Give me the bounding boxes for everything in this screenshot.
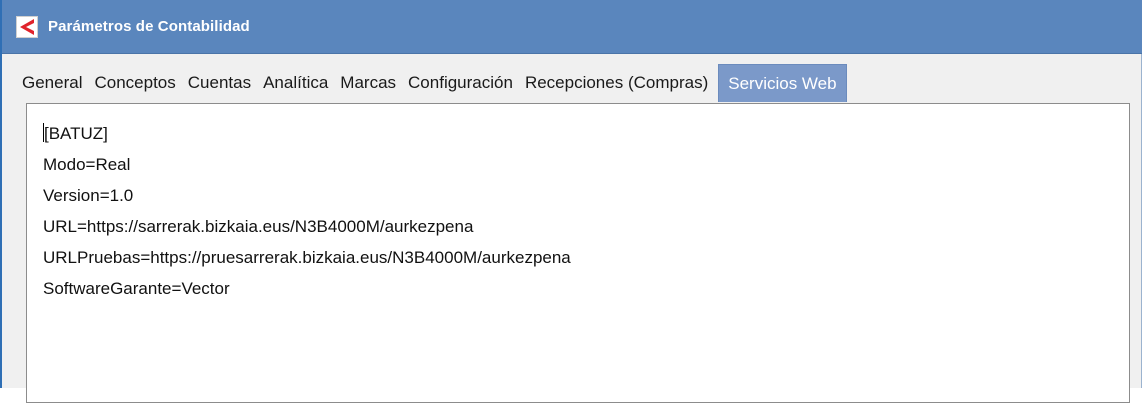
app-logo-icon (16, 15, 38, 38)
tab-servicios-web[interactable]: Servicios Web (718, 64, 847, 102)
tab-cuentas[interactable]: Cuentas (182, 64, 257, 102)
tab-general[interactable]: General (16, 64, 88, 102)
tab-marcas[interactable]: Marcas (334, 64, 402, 102)
tab-conceptos[interactable]: Conceptos (88, 64, 181, 102)
editor-line: Version=1.0 (43, 186, 134, 205)
config-text-editor[interactable]: [BATUZ] Modo=Real Version=1.0 URL=https:… (26, 103, 1130, 403)
accounting-parameters-window: Parámetros de Contabilidad General Conce… (0, 0, 1142, 403)
editor-line-text: [BATUZ] (44, 124, 108, 143)
tab-configuracion[interactable]: Configuración (402, 64, 519, 102)
tab-strip: General Conceptos Cuentas Analítica Marc… (16, 64, 847, 102)
title-bar[interactable]: Parámetros de Contabilidad (2, 0, 1142, 54)
editor-line: [BATUZ] (43, 118, 1113, 149)
editor-line: SoftwareGarante=Vector (43, 279, 230, 298)
tab-recepciones-compras[interactable]: Recepciones (Compras) (519, 64, 714, 102)
editor-line: URL=https://sarrerak.bizkaia.eus/N3B4000… (43, 217, 474, 236)
window-title: Parámetros de Contabilidad (48, 18, 250, 35)
editor-line: Modo=Real (43, 155, 131, 174)
tab-analitica[interactable]: Analítica (257, 64, 334, 102)
editor-line: URLPruebas=https://pruesarrerak.bizkaia.… (43, 248, 571, 267)
